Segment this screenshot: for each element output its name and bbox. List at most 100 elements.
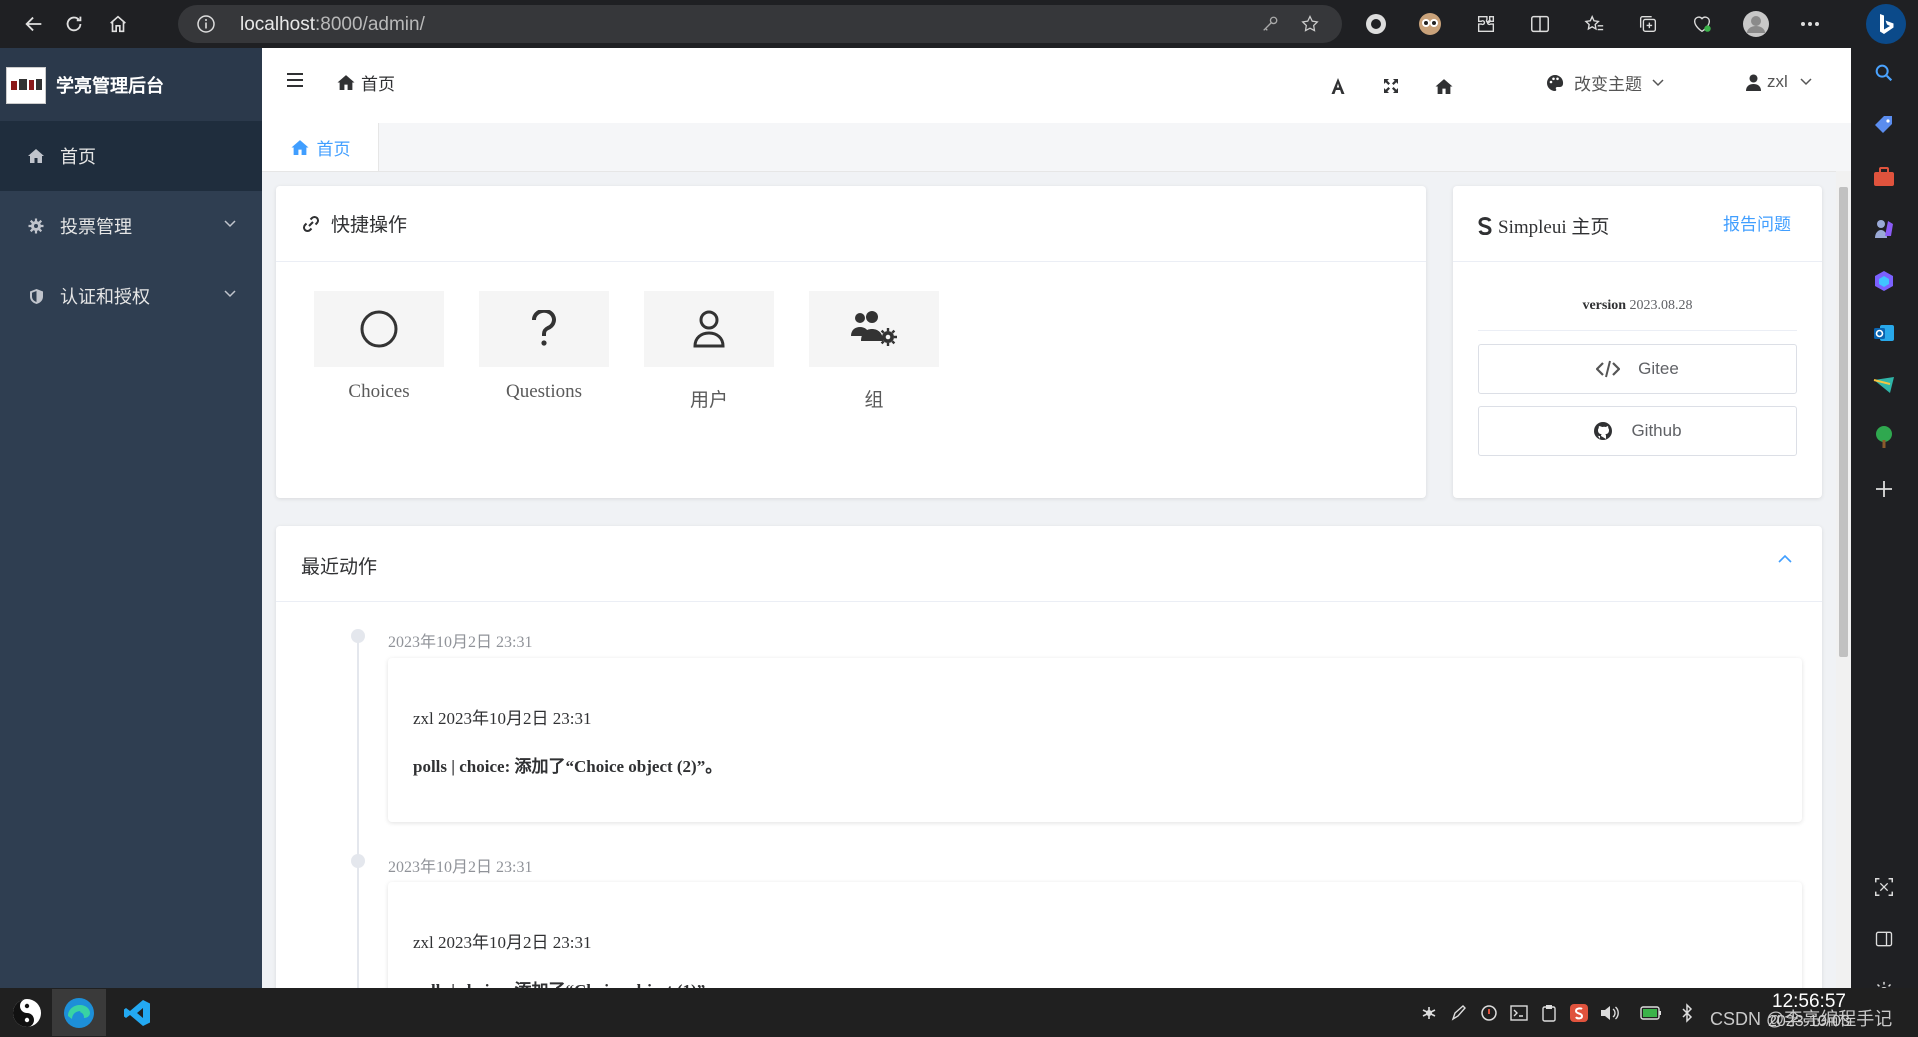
- quick-action-groups[interactable]: 组: [809, 291, 939, 412]
- tray-battery-icon[interactable]: [1640, 1002, 1662, 1024]
- browser-home-icon[interactable]: [102, 8, 134, 40]
- tray-antivirus-icon[interactable]: [1418, 1002, 1440, 1024]
- theme-switcher[interactable]: 改变主题: [1546, 70, 1664, 95]
- taskbar-edge-icon[interactable]: [52, 989, 106, 1036]
- taskbar-vscode-icon[interactable]: [110, 989, 164, 1036]
- admin-header: 首页 改变主题 zxl: [262, 48, 1851, 124]
- sidebar-shopping-tag-icon[interactable]: [1869, 110, 1899, 140]
- brand-logo: [6, 67, 46, 104]
- github-label: Github: [1631, 421, 1682, 440]
- tray-terminal-icon[interactable]: [1508, 1002, 1530, 1024]
- favorite-star-icon[interactable]: [1296, 10, 1324, 38]
- card-header: 快捷操作: [276, 186, 1426, 262]
- tray-input-method-icon[interactable]: [1568, 1002, 1590, 1024]
- tray-security-icon[interactable]: [1478, 1002, 1500, 1024]
- site-home-icon[interactable]: [1430, 72, 1458, 100]
- timeline-entry: zxl 2023年10月2日 23:31 polls | choice: 添加了…: [388, 658, 1802, 822]
- font-size-icon[interactable]: [1324, 72, 1352, 100]
- timeline-timestamp: 2023年10月2日 23:31: [388, 859, 533, 876]
- simpleui-card: Simpleui 主页 报告问题 version 2023.08.28 Gite…: [1453, 186, 1822, 498]
- quick-action-users[interactable]: 用户: [644, 291, 774, 412]
- tray-bluetooth-icon[interactable]: [1676, 1002, 1698, 1024]
- sidebar-copilot-icon[interactable]: [1869, 266, 1899, 296]
- back-icon[interactable]: [18, 8, 50, 40]
- chevron-down-icon: [1652, 78, 1664, 87]
- version-value: 2023.08.28: [1629, 298, 1693, 313]
- address-bar[interactable]: localhost:8000/admin/: [178, 5, 1342, 43]
- taskbar: CSDN @李亮编程手记 12:56:57 2023-10-03: [0, 988, 1918, 1037]
- start-yin-yang-icon[interactable]: [0, 989, 54, 1036]
- timeline-dot: [351, 854, 365, 868]
- quick-action-choices[interactable]: Choices: [314, 291, 444, 403]
- gitee-button[interactable]: Gitee: [1478, 344, 1797, 394]
- version-label: version: [1582, 298, 1627, 313]
- profile-avatar-icon[interactable]: [1742, 10, 1770, 38]
- entry-author: zxl 2023年10月2日 23:31: [413, 933, 592, 952]
- sidebar-item-label: 首页: [60, 147, 96, 167]
- clock-time[interactable]: 12:56:57: [1772, 991, 1846, 1013]
- split-screen-icon[interactable]: [1526, 10, 1554, 38]
- collections-icon[interactable]: [1634, 10, 1662, 38]
- timeline-timestamp: 2023年10月2日 23:31: [388, 634, 533, 651]
- favorites-icon[interactable]: [1580, 10, 1608, 38]
- tray-volume-icon[interactable]: [1598, 1002, 1620, 1024]
- tray-pen-icon[interactable]: [1448, 1002, 1470, 1024]
- github-button[interactable]: Github: [1478, 406, 1797, 456]
- github-icon: [1593, 421, 1613, 441]
- quick-action-questions[interactable]: Questions: [479, 291, 609, 403]
- sidebar-games-icon[interactable]: [1869, 214, 1899, 244]
- card-title: Simpleui 主页: [1478, 212, 1609, 239]
- sidebar-panel-icon[interactable]: [1869, 924, 1899, 954]
- browser-toolbar: localhost:8000/admin/: [0, 0, 1918, 48]
- browser-essentials-icon[interactable]: [1688, 10, 1716, 38]
- gear-icon: [26, 218, 46, 234]
- sidebar-item-home[interactable]: 首页: [0, 121, 262, 191]
- home-icon: [290, 139, 310, 156]
- browser-sidebar: [1851, 48, 1918, 1001]
- extensions-puzzle-icon[interactable]: [1472, 10, 1500, 38]
- extension-record-icon[interactable]: [1362, 10, 1390, 38]
- card-header: Simpleui 主页 报告问题: [1453, 186, 1822, 262]
- quick-actions-card: 快捷操作 Choices Questions 用户 组: [276, 186, 1426, 498]
- sidebar-item-label: 投票管理: [60, 217, 132, 237]
- sidebar-tree-icon[interactable]: [1869, 422, 1899, 452]
- sidebar-search-icon[interactable]: [1869, 58, 1899, 88]
- user-icon: [1746, 74, 1761, 91]
- more-menu-icon[interactable]: [1796, 10, 1824, 38]
- chevron-up-icon[interactable]: [1778, 554, 1792, 563]
- breadcrumb[interactable]: 首页: [336, 70, 395, 95]
- entry-action: polls | choice: 添加了“Choice object (2)”。: [413, 757, 723, 776]
- page-scrollbar[interactable]: [1836, 171, 1851, 988]
- menu-toggle-icon[interactable]: [286, 72, 304, 88]
- report-issue-link[interactable]: 报告问题: [1723, 210, 1791, 235]
- url-host: localhost: [240, 14, 315, 35]
- sidebar-outlook-icon[interactable]: [1869, 318, 1899, 348]
- timeline-line: [357, 632, 359, 1006]
- version-info: version 2023.08.28: [1478, 298, 1797, 314]
- user-menu[interactable]: zxl: [1746, 72, 1812, 92]
- scrollbar-thumb[interactable]: [1839, 187, 1848, 657]
- reload-icon[interactable]: [58, 8, 90, 40]
- tray-clipboard-icon[interactable]: [1538, 1002, 1560, 1024]
- users-gear-icon: [809, 291, 939, 367]
- key-icon[interactable]: [1256, 10, 1284, 38]
- brand: 学亮管理后台: [0, 48, 262, 121]
- card-title: 快捷操作: [301, 210, 407, 237]
- simpleui-logo-icon: [1478, 216, 1492, 235]
- url-path: :8000/admin/: [315, 14, 425, 35]
- sidebar-item-polls[interactable]: 投票管理: [0, 191, 262, 261]
- sidebar-tools-briefcase-icon[interactable]: [1869, 162, 1899, 192]
- fullscreen-icon[interactable]: [1377, 72, 1405, 100]
- sidebar-screenshot-icon[interactable]: [1869, 872, 1899, 902]
- clock-date[interactable]: 2023-10-03: [1768, 1013, 1850, 1031]
- tab-home[interactable]: 首页: [262, 123, 379, 171]
- url-text[interactable]: localhost:8000/admin/: [240, 14, 425, 36]
- bing-copilot-icon[interactable]: [1866, 4, 1906, 44]
- sidebar-item-auth[interactable]: 认证和授权: [0, 261, 262, 331]
- breadcrumb-label: 首页: [361, 75, 395, 94]
- site-info-icon[interactable]: [196, 14, 216, 34]
- sidebar-drop-icon[interactable]: [1869, 370, 1899, 400]
- extension-owl-icon[interactable]: [1416, 10, 1444, 38]
- card-title-text: 快捷操作: [331, 215, 408, 236]
- sidebar-add-icon[interactable]: [1869, 474, 1899, 504]
